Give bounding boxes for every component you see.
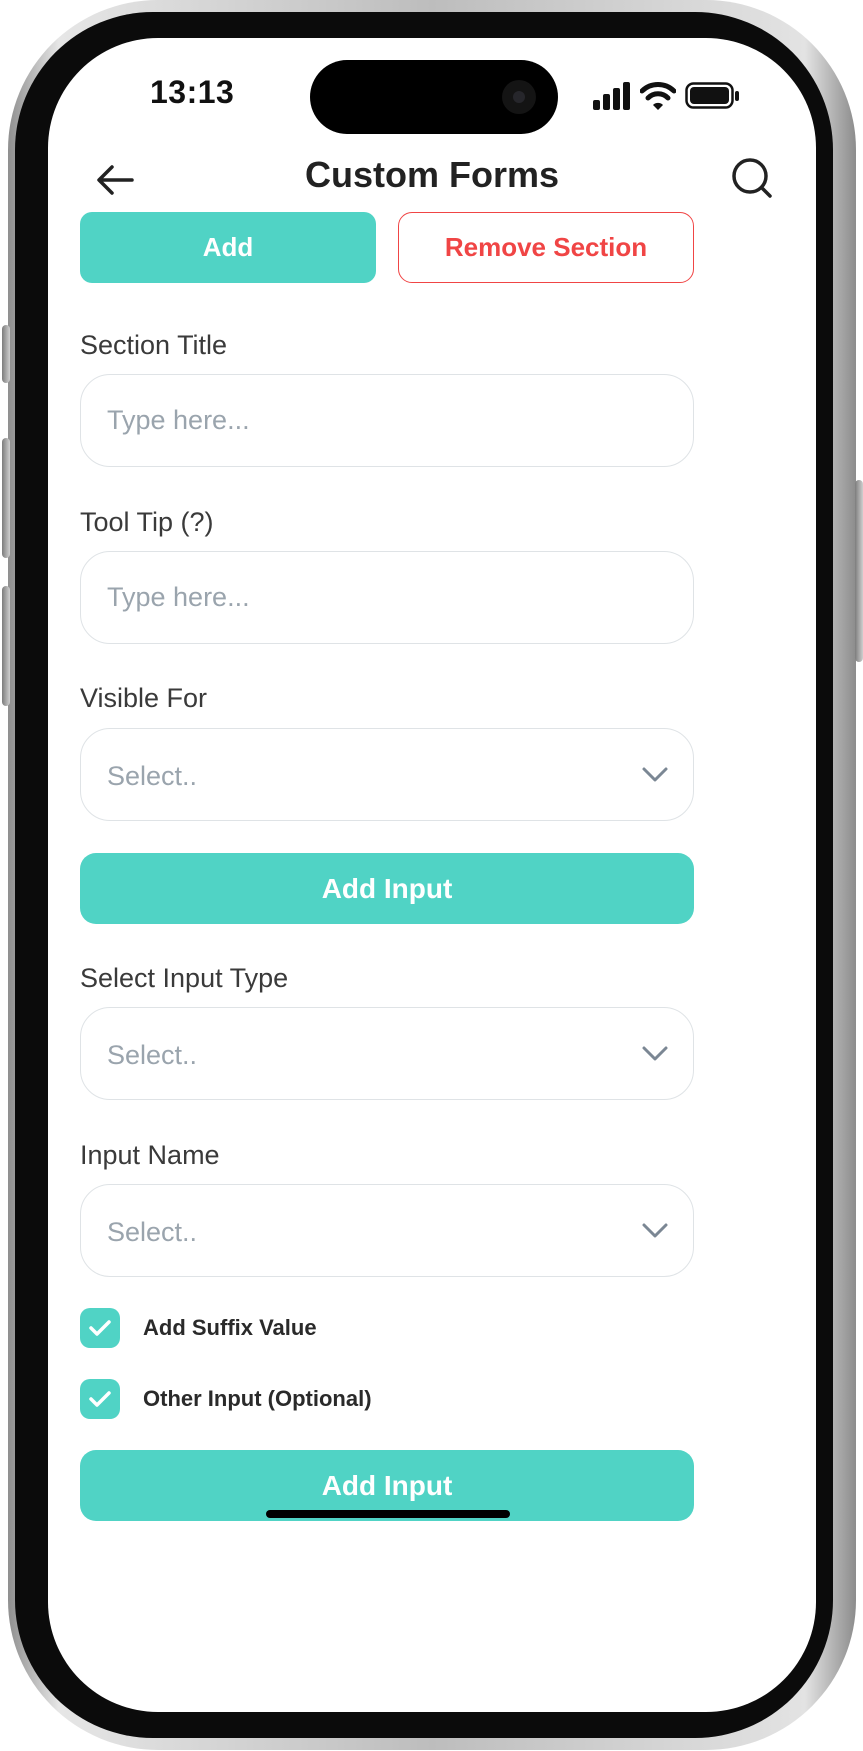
tool-tip-label: Tool Tip (?) [80, 507, 214, 537]
other-input-checkbox-row[interactable]: Other Input (Optional) [80, 1379, 680, 1419]
section-title-input[interactable] [81, 375, 667, 466]
volume-down-button [2, 586, 10, 706]
add-suffix-checkbox[interactable] [80, 1308, 120, 1348]
search-button[interactable] [728, 154, 776, 202]
action-button [2, 325, 10, 383]
wifi-icon [640, 82, 676, 110]
power-button [855, 480, 863, 662]
dynamic-island [310, 60, 558, 134]
input-name-label: Input Name [80, 1140, 220, 1170]
add-suffix-label: Add Suffix Value [143, 1315, 317, 1340]
add-button[interactable]: Add [80, 212, 376, 283]
check-icon [89, 1391, 111, 1407]
select-input-type-select[interactable]: Select.. [80, 1007, 694, 1100]
visible-for-label: Visible For [80, 683, 208, 713]
camera-icon [502, 80, 536, 114]
tool-tip-field [80, 551, 694, 644]
other-input-checkbox[interactable] [80, 1379, 120, 1419]
input-name-value: Select.. [107, 1217, 198, 1247]
input-name-select[interactable]: Select.. [80, 1184, 694, 1277]
section-title-field [80, 374, 694, 467]
other-input-label: Other Input (Optional) [143, 1386, 372, 1411]
search-icon [732, 158, 772, 198]
select-input-type-value: Select.. [107, 1040, 198, 1070]
status-icons [593, 78, 753, 112]
section-title-label: Section Title [80, 330, 228, 360]
signal-icon [593, 82, 630, 110]
volume-up-button [2, 438, 10, 558]
battery-icon [685, 82, 739, 109]
home-indicator [266, 1510, 510, 1518]
chevron-down-icon [642, 1046, 668, 1061]
remove-section-button[interactable]: Remove Section [398, 212, 694, 283]
add-suffix-checkbox-row[interactable]: Add Suffix Value [80, 1308, 680, 1348]
screen: 13:13 Custom Forms Add Remove Section Se… [48, 38, 816, 1712]
tool-tip-input[interactable] [81, 552, 667, 643]
status-time: 13:13 [150, 74, 235, 110]
page-title: Custom Forms [304, 154, 560, 195]
chevron-down-icon [642, 767, 668, 782]
select-input-type-label: Select Input Type [80, 963, 289, 993]
visible-for-value: Select.. [107, 761, 198, 791]
visible-for-select[interactable]: Select.. [80, 728, 694, 821]
add-input-button[interactable]: Add Input [80, 853, 694, 924]
chevron-down-icon [642, 1223, 668, 1238]
check-icon [89, 1320, 111, 1336]
